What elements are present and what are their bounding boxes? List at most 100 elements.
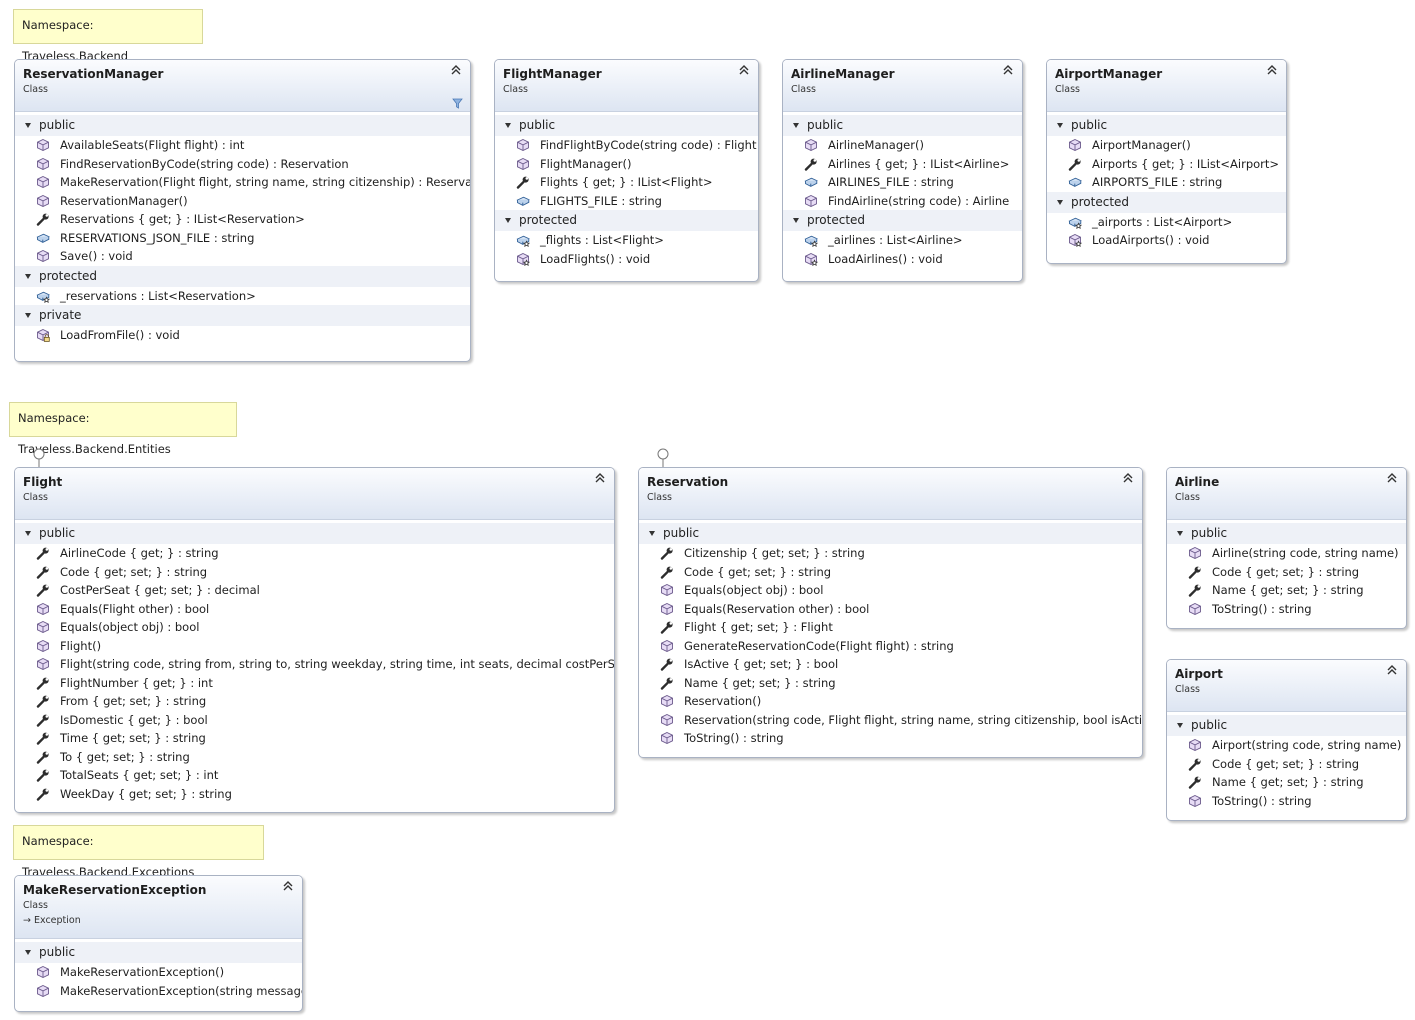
class-member[interactable]: Reservation(string code, Flight flight, …	[639, 711, 1142, 730]
method-icon	[1189, 546, 1201, 560]
member-group-protected[interactable]: protected	[15, 265, 470, 287]
class-member[interactable]: MakeReservationException()	[15, 963, 302, 982]
class-member[interactable]: From { get; set; } : string	[15, 692, 614, 711]
member-group-protected[interactable]: protected	[1047, 191, 1286, 213]
class-member[interactable]: FlightNumber { get; } : int	[15, 674, 614, 693]
class-member[interactable]: Code { get; set; } : string	[1167, 563, 1406, 582]
class-member[interactable]: ToString() : string	[1167, 792, 1406, 811]
class-member[interactable]: _airlines : List<Airline>	[783, 231, 1022, 250]
class-member[interactable]: FLIGHTS_FILE : string	[495, 192, 758, 211]
collapse-chevron-icon[interactable]	[1386, 471, 1398, 485]
class-member[interactable]: Code { get; set; } : string	[639, 563, 1142, 582]
class-member[interactable]: LoadAirlines() : void	[783, 250, 1022, 269]
class-member[interactable]: Airport(string code, string name)	[1167, 736, 1406, 755]
class-member[interactable]: ToString() : string	[1167, 600, 1406, 619]
class-airport-manager[interactable]: AirportManager Class public AirportManage…	[1046, 59, 1287, 264]
class-member[interactable]: FindReservationByCode(string code) : Res…	[15, 155, 470, 174]
class-member[interactable]: Airlines { get; } : IList<Airline>	[783, 155, 1022, 174]
class-member[interactable]: _reservations : List<Reservation>	[15, 287, 470, 306]
class-stereotype: Class	[503, 84, 528, 95]
class-member[interactable]: MakeReservation(Flight flight, string na…	[15, 173, 470, 192]
member-group-public[interactable]: public	[15, 942, 302, 963]
class-member[interactable]: RESERVATIONS_JSON_FILE : string	[15, 229, 470, 248]
namespace-note-entities: Namespace: Traveless.Backend.Entities	[9, 402, 237, 456]
member-group-public[interactable]: public	[639, 523, 1142, 544]
class-member[interactable]: AirlineCode { get; } : string	[15, 544, 614, 563]
collapse-chevron-icon[interactable]	[594, 471, 606, 485]
class-airline[interactable]: Airline Class public Airline(string code,…	[1166, 467, 1407, 629]
collapse-chevron-icon[interactable]	[450, 63, 462, 77]
class-flight[interactable]: Flight Class public AirlineCode { get; } …	[14, 467, 615, 813]
class-member[interactable]: Save() : void	[15, 247, 470, 266]
member-group-private[interactable]: private	[15, 305, 470, 326]
collapse-chevron-icon[interactable]	[282, 879, 294, 893]
class-member[interactable]: Equals(object obj) : bool	[15, 618, 614, 637]
class-reservation[interactable]: Reservation Class public Citizenship { ge…	[638, 467, 1143, 758]
class-member[interactable]: IsDomestic { get; } : bool	[15, 711, 614, 730]
expand-triangle-icon	[25, 313, 31, 318]
class-member[interactable]: GenerateReservationCode(Flight flight) :…	[639, 637, 1142, 656]
class-member[interactable]: Code { get; set; } : string	[1167, 755, 1406, 774]
class-member[interactable]: Reservation()	[639, 692, 1142, 711]
class-member[interactable]: Reservations { get; } : IList<Reservatio…	[15, 210, 470, 229]
member-group-protected[interactable]: protected	[495, 210, 758, 231]
class-member[interactable]: IsActive { get; set; } : bool	[639, 655, 1142, 674]
class-member[interactable]: ReservationManager()	[15, 192, 470, 211]
class-airline-manager[interactable]: AirlineManager Class public AirlineManage…	[782, 59, 1023, 282]
member-group-public[interactable]: public	[1167, 715, 1406, 736]
class-member[interactable]: MakeReservationException(string message)	[15, 982, 302, 1001]
class-member[interactable]: AvailableSeats(Flight flight) : int	[15, 136, 470, 155]
class-member[interactable]: Name { get; set; } : string	[1167, 773, 1406, 792]
collapse-chevron-icon[interactable]	[738, 63, 750, 77]
collapse-chevron-icon[interactable]	[1002, 63, 1014, 77]
class-member[interactable]: WeekDay { get; set; } : string	[15, 785, 614, 804]
class-member[interactable]: FindFlightByCode(string code) : Flight	[495, 136, 758, 155]
member-group-public[interactable]: public	[783, 115, 1022, 136]
class-member[interactable]: AirportManager()	[1047, 136, 1286, 155]
class-reservation-manager[interactable]: ReservationManager Class public Available…	[14, 59, 471, 362]
class-member[interactable]: Code { get; set; } : string	[15, 563, 614, 582]
member-group-label: protected	[1071, 194, 1130, 209]
class-member[interactable]: AIRPORTS_FILE : string	[1047, 173, 1286, 192]
collapse-chevron-icon[interactable]	[1122, 471, 1134, 485]
class-member[interactable]: FindAirline(string code) : Airline	[783, 192, 1022, 211]
member-group-public[interactable]: public	[1167, 523, 1406, 544]
class-member[interactable]: _flights : List<Flight>	[495, 231, 758, 250]
class-member[interactable]: Equals(object obj) : bool	[639, 581, 1142, 600]
class-member[interactable]: Equals(Flight other) : bool	[15, 600, 614, 619]
member-signature: Equals(object obj) : bool	[684, 583, 824, 597]
collapse-chevron-icon[interactable]	[1266, 63, 1278, 77]
class-member[interactable]: Flights { get; } : IList<Flight>	[495, 173, 758, 192]
filter-icon[interactable]	[452, 98, 463, 109]
class-member[interactable]: Name { get; set; } : string	[639, 674, 1142, 693]
class-member[interactable]: FlightManager()	[495, 155, 758, 174]
class-member[interactable]: Citizenship { get; set; } : string	[639, 544, 1142, 563]
class-member[interactable]: ToString() : string	[639, 729, 1142, 748]
class-member[interactable]: LoadFlights() : void	[495, 250, 758, 269]
collapse-chevron-icon[interactable]	[1386, 663, 1398, 677]
class-member[interactable]: Name { get; set; } : string	[1167, 581, 1406, 600]
class-member[interactable]: To { get; set; } : string	[15, 748, 614, 767]
class-member[interactable]: Time { get; set; } : string	[15, 729, 614, 748]
class-member[interactable]: Airports { get; } : IList<Airport>	[1047, 155, 1286, 174]
class-member[interactable]: Airline(string code, string name)	[1167, 544, 1406, 563]
class-member[interactable]: Flight()	[15, 637, 614, 656]
class-member[interactable]: _airports : List<Airport>	[1047, 213, 1286, 232]
class-flight-manager[interactable]: FlightManager Class public FindFlightByCo…	[494, 59, 759, 282]
member-group-protected[interactable]: protected	[783, 210, 1022, 231]
class-member[interactable]: LoadAirports() : void	[1047, 231, 1286, 250]
member-group-public[interactable]: public	[495, 115, 758, 136]
class-make-reservation-exception[interactable]: MakeReservationException Class → Excepti…	[14, 875, 303, 1012]
class-airport[interactable]: Airport Class public Airport(string code,…	[1166, 659, 1407, 821]
member-group-public[interactable]: public	[1047, 115, 1286, 136]
member-group-public[interactable]: public	[15, 115, 470, 136]
class-member[interactable]: AirlineManager()	[783, 136, 1022, 155]
class-member[interactable]: AIRLINES_FILE : string	[783, 173, 1022, 192]
class-member[interactable]: LoadFromFile() : void	[15, 326, 470, 345]
member-group-public[interactable]: public	[15, 523, 614, 544]
class-member[interactable]: TotalSeats { get; set; } : int	[15, 766, 614, 785]
class-member[interactable]: Flight(string code, string from, string …	[15, 655, 614, 674]
class-member[interactable]: CostPerSeat { get; set; } : decimal	[15, 581, 614, 600]
class-member[interactable]: Equals(Reservation other) : bool	[639, 600, 1142, 619]
class-member[interactable]: Flight { get; set; } : Flight	[639, 618, 1142, 637]
